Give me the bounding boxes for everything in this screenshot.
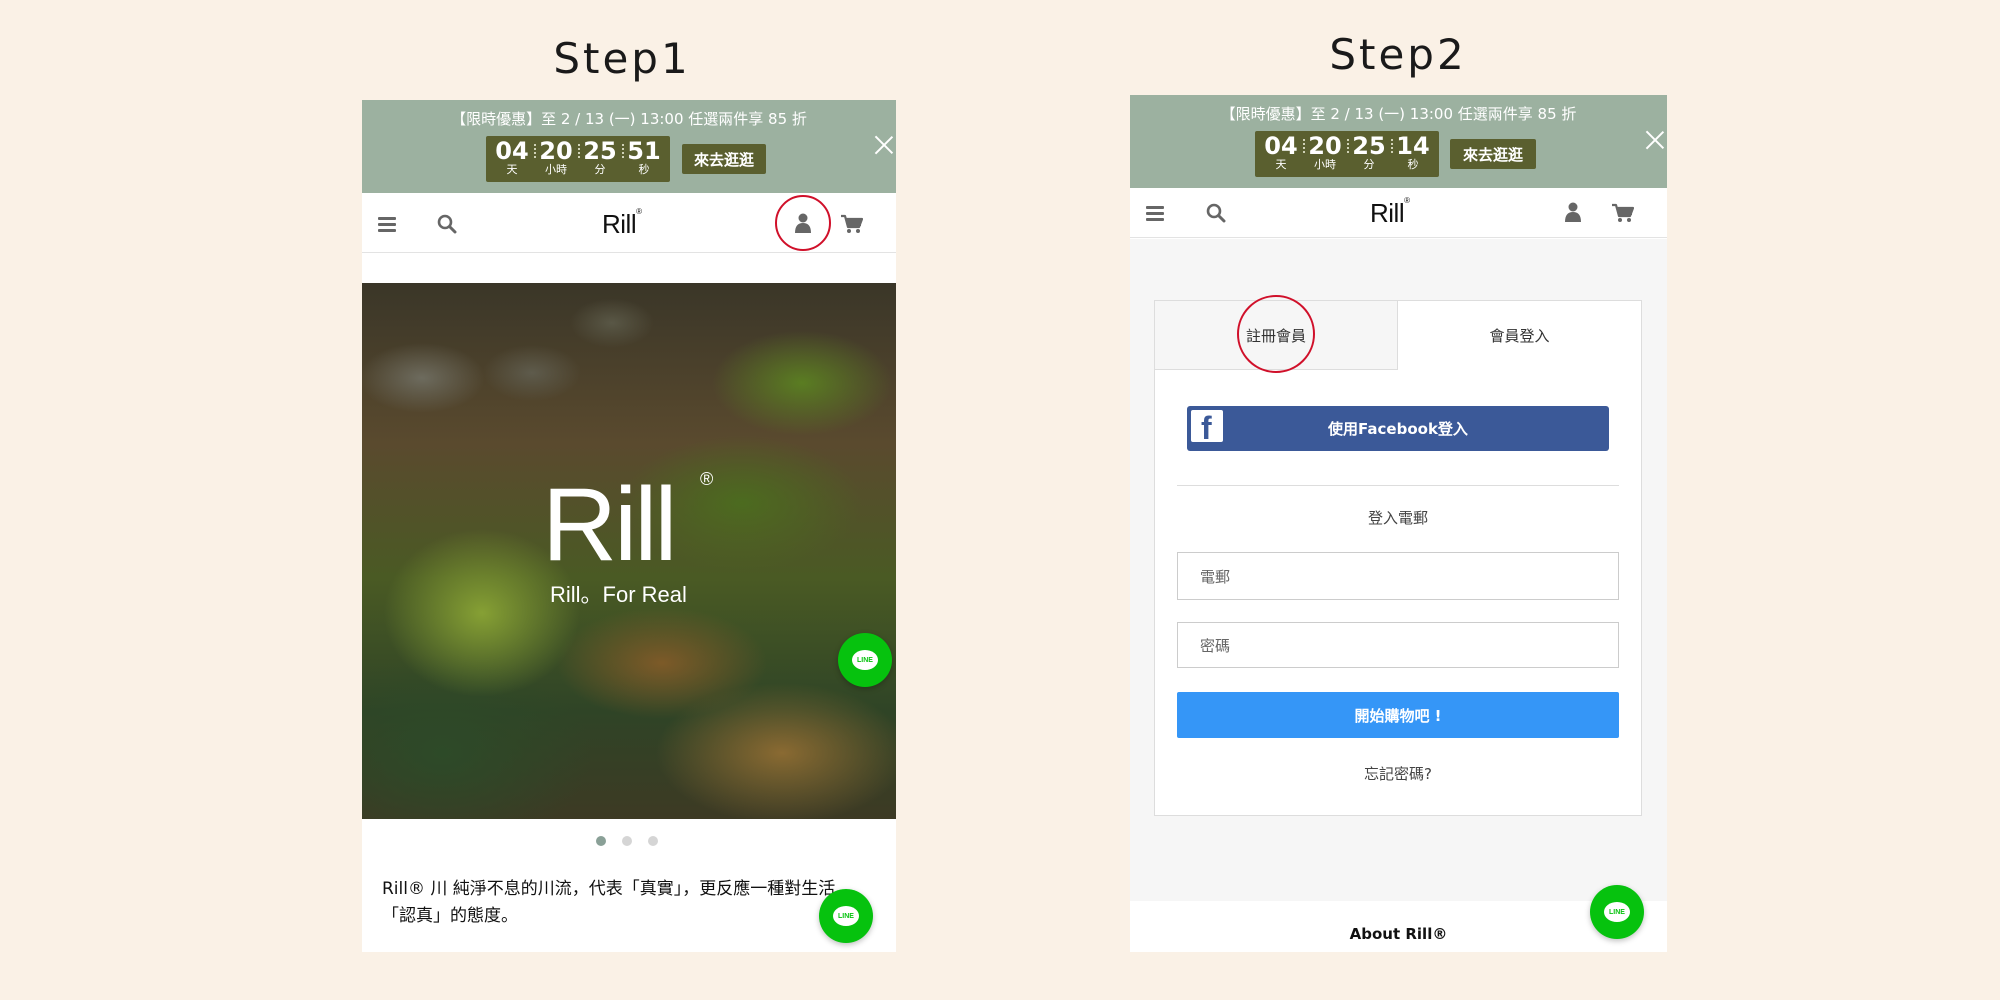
carousel-dots	[596, 836, 658, 846]
line-icon: LINE	[833, 906, 859, 926]
countdown-timer: 04 天 20 小時 25 分 51 秒	[486, 136, 670, 182]
site-logo[interactable]: Rill®	[1370, 196, 1410, 229]
countdown-hours: 20 小時	[1303, 133, 1349, 175]
hero-tagline: Rill。For Real	[550, 582, 687, 607]
step2-phone-screen: 【限時優惠】至 2 / 13 (一) 13:00 任選兩件享 85 折 04 天 …	[1130, 95, 1667, 952]
site-header: Rill®	[1130, 188, 1667, 238]
promo-banner: 【限時優惠】至 2 / 13 (一) 13:00 任選兩件享 85 折 04 天 …	[362, 100, 896, 193]
promo-banner: 【限時優惠】至 2 / 13 (一) 13:00 任選兩件享 85 折 04 天 …	[1130, 95, 1667, 188]
countdown-days: 04 天	[490, 138, 536, 180]
close-icon[interactable]	[1645, 130, 1665, 150]
line-chat-button[interactable]: LINE	[819, 889, 873, 943]
cart-icon[interactable]	[1612, 203, 1634, 223]
line-icon: LINE	[1604, 902, 1630, 922]
password-field[interactable]: 密碼	[1177, 622, 1619, 668]
email-login-heading: 登入電郵	[1367, 509, 1428, 527]
forgot-password-link[interactable]: 忘記密碼?	[1155, 763, 1641, 784]
divider	[1177, 485, 1619, 486]
close-icon[interactable]	[874, 135, 894, 155]
promo-text: 【限時優惠】至 2 / 13 (一) 13:00 任選兩件享 85 折	[451, 110, 807, 128]
menu-icon[interactable]	[378, 217, 396, 232]
hero-logo-reg: ®	[700, 469, 714, 489]
step1-title: Step1	[553, 34, 691, 83]
email-field[interactable]: 電郵	[1177, 552, 1619, 600]
cart-icon[interactable]	[841, 214, 863, 234]
tab-login[interactable]: 會員登入	[1398, 301, 1641, 370]
promo-shop-button[interactable]: 來去逛逛	[682, 144, 766, 174]
footer-title: About Rill®	[1349, 925, 1448, 943]
hero-banner-image[interactable]: Rill ® Rill。For Real LINE	[362, 283, 896, 819]
facebook-login-label: 使用Facebook登入	[1328, 420, 1468, 438]
countdown-timer: 04 天 20 小時 25 分 14 秒	[1255, 131, 1439, 177]
line-icon: LINE	[852, 650, 878, 670]
promo-shop-button[interactable]: 來去逛逛	[1450, 139, 1536, 169]
site-header: Rill®	[362, 193, 896, 253]
step2-title: Step2	[1329, 30, 1467, 79]
facebook-login-button[interactable]: f 使用Facebook登入	[1187, 406, 1609, 451]
countdown-minutes: 25 分	[578, 138, 624, 180]
search-icon[interactable]	[437, 214, 457, 234]
carousel-dot[interactable]	[648, 836, 658, 846]
login-card: 註冊會員 會員登入 f 使用Facebook登入 登入電郵 電郵 密碼 開始購物…	[1154, 295, 1642, 816]
carousel-dot[interactable]	[596, 836, 606, 846]
hero-logo: Rill	[542, 467, 677, 583]
step1-phone-screen: 【限時優惠】至 2 / 13 (一) 13:00 任選兩件享 85 折 04 天 …	[362, 100, 896, 952]
user-icon[interactable]	[1565, 202, 1581, 222]
carousel-dot[interactable]	[622, 836, 632, 846]
highlight-circle	[775, 195, 831, 251]
promo-text: 【限時優惠】至 2 / 13 (一) 13:00 任選兩件享 85 折	[1220, 105, 1577, 123]
countdown-seconds: 14 秒	[1396, 132, 1430, 171]
countdown-hours: 20 小時	[534, 138, 580, 180]
site-logo[interactable]: Rill®	[602, 207, 642, 240]
search-icon[interactable]	[1206, 203, 1226, 223]
countdown-minutes: 25 分	[1347, 133, 1393, 175]
countdown-days: 04 天	[1259, 133, 1305, 175]
start-shopping-button[interactable]: 開始購物吧 !	[1177, 692, 1619, 738]
line-chat-button[interactable]: LINE	[838, 633, 892, 687]
countdown-seconds: 51 秒	[627, 137, 661, 176]
line-chat-button[interactable]: LINE	[1590, 885, 1644, 939]
highlight-circle	[1237, 295, 1315, 373]
menu-icon[interactable]	[1146, 206, 1164, 221]
brand-description: Rill® 川 純淨不息的川流，代表「真實」，更反應一種對生活「認真」的態度。	[382, 879, 836, 926]
